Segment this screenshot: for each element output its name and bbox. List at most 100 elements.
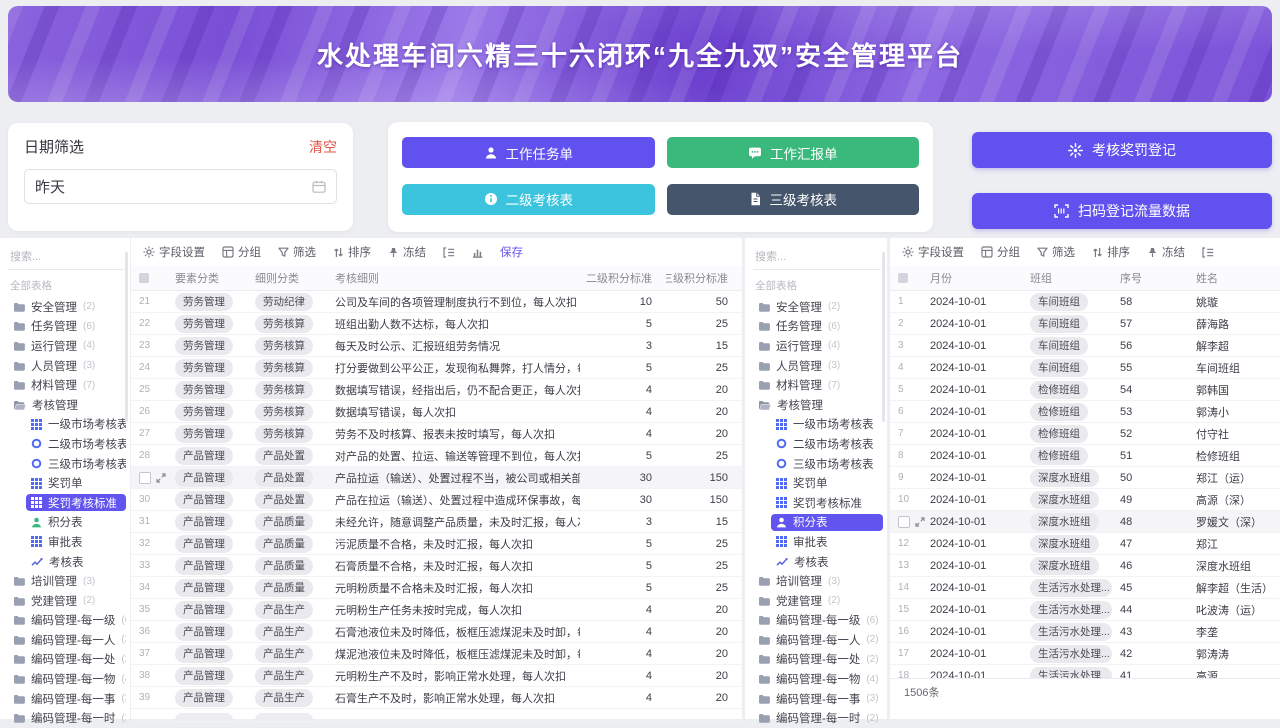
sidebar-item-审批表[interactable]: 审批表 xyxy=(751,532,883,552)
table-row[interactable]: 24劳务管理劳务核算打分要做到公平公正，发现徇私舞弊，打人情分，每人次扣525 xyxy=(131,357,742,379)
sidebar-item-培训管理[interactable]: 培训管理(3) xyxy=(751,571,883,591)
sidebar-item-编码管理-每一物[interactable]: 编码管理-每一物(4) xyxy=(6,669,126,689)
toolbar-rowheight-icon[interactable] xyxy=(443,247,455,258)
sidebar-item-编码管理-每一级[interactable]: 编码管理-每一级(6) xyxy=(6,611,126,631)
sidebar-item-审批表[interactable]: 审批表 xyxy=(6,532,126,552)
clear-filter-button[interactable]: 清空 xyxy=(309,137,337,157)
sidebar-item-党建管理[interactable]: 党建管理(2) xyxy=(751,591,883,611)
toolbar-排序[interactable]: 排序 xyxy=(333,244,371,260)
row-checkbox[interactable] xyxy=(898,516,910,528)
sidebar-item-编码管理-每一人[interactable]: 编码管理-每一人(2) xyxy=(6,630,126,650)
toolbar-字段设置[interactable]: 字段设置 xyxy=(143,244,205,260)
sidebar-search-input[interactable]: 搜索... xyxy=(8,246,124,270)
table-row[interactable]: 122024-10-01深度水班组47郑江 xyxy=(890,533,1280,555)
sidebar-item-运行管理[interactable]: 运行管理(4) xyxy=(6,336,126,356)
toolbar-筛选[interactable]: 筛选 xyxy=(278,244,316,260)
table-row[interactable]: 38产品管理产品生产元明粉生产不及时，影响正常水处理，每人次扣420 xyxy=(131,665,742,687)
table-row[interactable]: 22劳务管理劳务核算班组出勤人数不达标，每人次扣525 xyxy=(131,313,742,335)
toolbar-rowheight-icon[interactable] xyxy=(1202,247,1214,258)
table-row[interactable]: 32024-10-01车间班组56解李超 xyxy=(890,335,1280,357)
table-row[interactable]: 37产品管理产品生产煤泥池液位未及时降低，板框压滤煤泥未及时卸，每人次扣420 xyxy=(131,643,742,665)
sidebar-item-材料管理[interactable]: 材料管理(7) xyxy=(751,375,883,395)
toolbar-冻结[interactable]: 冻结 xyxy=(388,244,426,260)
table-row[interactable]: 25劳务管理劳务核算数据填写错误，经指出后，仍不配合更正，每人次扣420 xyxy=(131,379,742,401)
sidebar-item-编码管理-每一事[interactable]: 编码管理-每一事(3) xyxy=(751,689,883,709)
row-checkbox[interactable] xyxy=(139,472,151,484)
sidebar-item-编码管理-每一时[interactable]: 编码管理-每一时(2) xyxy=(6,708,126,728)
toolbar-分组[interactable]: 分组 xyxy=(981,244,1020,260)
sidebar-item-编码管理-每一时[interactable]: 编码管理-每一时(2) xyxy=(751,708,883,728)
sidebar-item-运行管理[interactable]: 运行管理(4) xyxy=(751,336,883,356)
sidebar-item-积分表[interactable]: 积分表 xyxy=(6,513,126,533)
quick-button-3[interactable]: 二级考核表 xyxy=(402,184,655,215)
sidebar-item-三级市场考核表[interactable]: 三级市场考核表 xyxy=(6,454,126,474)
sidebar-item-任务管理[interactable]: 任务管理(6) xyxy=(751,317,883,337)
sidebar-item-编码管理-每一物[interactable]: 编码管理-每一物(4) xyxy=(751,669,883,689)
sidebar-item-人员管理[interactable]: 人员管理(3) xyxy=(6,356,126,376)
quick-button-2[interactable]: 工作汇报单 xyxy=(667,137,920,168)
table-row[interactable]: 92024-10-01深度水班组50郑江（运） xyxy=(890,467,1280,489)
sidebar-item-积分表[interactable]: 积分表 xyxy=(751,513,883,533)
table-row[interactable]: 172024-10-01生活污水处理...42郭涛涛 xyxy=(890,643,1280,665)
sidebar-item-编码管理-每一处[interactable]: 编码管理-每一处(2) xyxy=(751,650,883,670)
save-button[interactable]: 保存 xyxy=(500,244,523,260)
sidebar-item-培训管理[interactable]: 培训管理(3) xyxy=(6,571,126,591)
sidebar-item-奖罚考核标准[interactable]: 奖罚考核标准 xyxy=(751,493,883,513)
quick-button-1[interactable]: 工作任务单 xyxy=(402,137,655,168)
table-row[interactable]: 62024-10-01检修班组53郭涛小 xyxy=(890,401,1280,423)
table-row[interactable]: 42024-10-01车间班组55车间班组 xyxy=(890,357,1280,379)
table-row[interactable]: 152024-10-01生活污水处理...44叱波涛（运） xyxy=(890,599,1280,621)
sidebar-item-奖罚考核标准[interactable]: 奖罚考核标准 xyxy=(6,493,126,513)
table-row[interactable]: 27劳务管理劳务核算劳务不及时核算、报表未按时填写，每人次扣420 xyxy=(131,423,742,445)
sidebar-search-input[interactable]: 搜索... xyxy=(753,246,881,270)
sidebar-item-党建管理[interactable]: 党建管理(2) xyxy=(6,591,126,611)
table-row[interactable]: 32产品管理产品质量污泥质量不合格，未及时汇报，每人次扣525 xyxy=(131,533,742,555)
side-button-1[interactable]: 考核奖罚登记 xyxy=(972,132,1272,168)
table-row[interactable]: 31产品管理产品质量未经允许，随意调整产品质量，未及时汇报，每人次扣315 xyxy=(131,511,742,533)
toolbar-冻结[interactable]: 冻结 xyxy=(1147,244,1185,260)
toolbar-筛选[interactable]: 筛选 xyxy=(1037,244,1075,260)
sidebar-item-二级市场考核表[interactable]: 二级市场考核表 xyxy=(6,434,126,454)
side-button-2[interactable]: 扫码登记流量数据 xyxy=(972,193,1272,229)
table-row[interactable]: 28产品管理产品处置对产品的处置、拉运、输送等管理不到位，每人次扣525 xyxy=(131,445,742,467)
select-all-checkbox[interactable] xyxy=(898,273,908,283)
sidebar-item-安全管理[interactable]: 安全管理(2) xyxy=(751,297,883,317)
table-row[interactable]: 23劳务管理劳务核算每天及时公示、汇报班组劳务情况315 xyxy=(131,335,742,357)
sidebar-item-考核管理[interactable]: 考核管理 xyxy=(6,395,126,415)
sidebar-item-三级市场考核表[interactable]: 三级市场考核表 xyxy=(751,454,883,474)
toolbar-排序[interactable]: 排序 xyxy=(1092,244,1130,260)
table-row[interactable]: 142024-10-01生活污水处理...45解李超（生活） xyxy=(890,577,1280,599)
sidebar-item-考核表[interactable]: 考核表 xyxy=(751,552,883,572)
table-row[interactable]: 82024-10-01检修班组51检修班组 xyxy=(890,445,1280,467)
sidebar-item-编码管理-每一事[interactable]: 编码管理-每一事(3) xyxy=(6,689,126,709)
sidebar-item-一级市场考核表[interactable]: 一级市场考核表 xyxy=(6,415,126,435)
sidebar-item-人员管理[interactable]: 人员管理(3) xyxy=(751,356,883,376)
table-row[interactable]: 33产品管理产品质量石膏质量不合格，未及时汇报，每人次扣525 xyxy=(131,555,742,577)
table-row[interactable]: 132024-10-01深度水班组46深度水班组 xyxy=(890,555,1280,577)
table-row[interactable]: 52024-10-01检修班组54郭韩国 xyxy=(890,379,1280,401)
sidebar-item-材料管理[interactable]: 材料管理(7) xyxy=(6,375,126,395)
sidebar-item-编码管理-每一级[interactable]: 编码管理-每一级(6) xyxy=(751,611,883,631)
table-row[interactable]: 39产品管理产品生产石膏生产不及时，影响正常水处理，每人次扣420 xyxy=(131,687,742,709)
table-row[interactable]: 34产品管理产品质量元明粉质量不合格未及时汇报，每人次扣525 xyxy=(131,577,742,599)
table-row[interactable]: 21劳务管理劳动纪律公司及车间的各项管理制度执行不到位，每人次扣1050 xyxy=(131,291,742,313)
toolbar-chart-icon[interactable] xyxy=(472,247,483,258)
sidebar-item-考核表[interactable]: 考核表 xyxy=(6,552,126,572)
table-row[interactable]: 22024-10-01车间班组57薛海路 xyxy=(890,313,1280,335)
table-row[interactable]: 产品管理产品处置产品拉运（输送）、处置过程不当，被公司或相关部门处罚，每人次扣3… xyxy=(131,467,742,489)
sidebar-item-任务管理[interactable]: 任务管理(6) xyxy=(6,317,126,337)
table-row[interactable]: 26劳务管理劳务核算数据填写错误，每人次扣420 xyxy=(131,401,742,423)
toolbar-分组[interactable]: 分组 xyxy=(222,244,261,260)
table-row[interactable]: 30产品管理产品处置产品在拉运（输送）、处置过程中造成环保事故，每人次扣3015… xyxy=(131,489,742,511)
sidebar-scrollbar[interactable] xyxy=(882,252,885,422)
quick-button-4[interactable]: 三级考核表 xyxy=(667,184,920,215)
table-row[interactable]: 35产品管理产品生产元明粉生产任务未按时完成，每人次扣420 xyxy=(131,599,742,621)
sidebar-item-安全管理[interactable]: 安全管理(2) xyxy=(6,297,126,317)
table-row[interactable]: 72024-10-01检修班组52付守社 xyxy=(890,423,1280,445)
table-row[interactable]: 36产品管理产品生产石膏池液位未及时降低，板框压滤煤泥未及时卸，每人次扣420 xyxy=(131,621,742,643)
table-row[interactable]: 162024-10-01生活污水处理...43李垄 xyxy=(890,621,1280,643)
sidebar-item-编码管理-每一处[interactable]: 编码管理-每一处(2) xyxy=(6,650,126,670)
table-row[interactable]: 12024-10-01车间班组58姚璇 xyxy=(890,291,1280,313)
date-picker-input[interactable]: 昨天 xyxy=(24,169,337,204)
sidebar-scrollbar[interactable] xyxy=(125,252,128,422)
